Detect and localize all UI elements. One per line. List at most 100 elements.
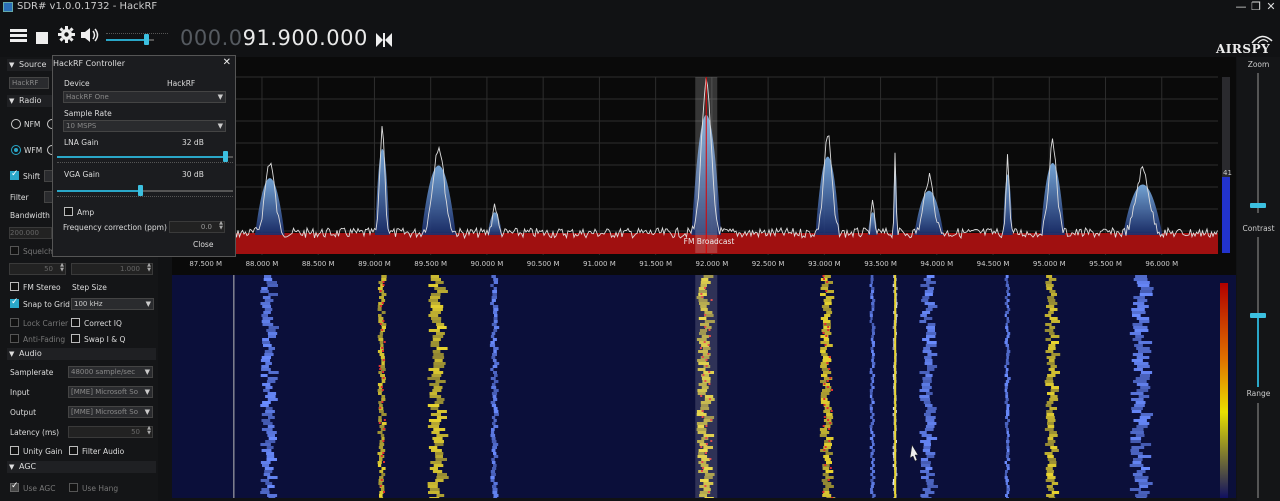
app-icon [3, 2, 13, 12]
frequency-correction-input[interactable]: 0.0 ▲ ▼ [169, 221, 225, 233]
waterfall-signal [428, 314, 439, 317]
waterfall-signal [377, 431, 383, 434]
waterfall-signal [926, 335, 936, 338]
waterfall-signal [823, 308, 832, 311]
output-device-select[interactable]: [MME] Microsoft So ▼ [68, 406, 153, 418]
nfm-radio[interactable] [11, 119, 21, 129]
device-label: Device [64, 79, 90, 88]
squelch-input[interactable]: 50 ▲ ▼ [9, 263, 66, 275]
use-agc-checkbox[interactable] [10, 481, 19, 492]
waterfall-signal [1049, 431, 1057, 434]
spectrum-waterfall-display[interactable]: FM Broadcast 87.500 M 88.000 M 88.500 M 89.… [172, 57, 1236, 498]
waterfall-signal [377, 461, 382, 464]
lna-gain-slider[interactable] [57, 150, 233, 164]
waterfall-hot-pixel [382, 440, 385, 442]
waterfall-signal [262, 464, 270, 467]
step-size-select[interactable]: 100 kHz ▼ [71, 298, 154, 310]
waterfall-signal [260, 479, 270, 482]
snap-to-grid-checkbox[interactable] [10, 297, 19, 308]
waterfall-signal [261, 320, 271, 323]
waterfall-signal [823, 488, 829, 491]
amp-checkbox[interactable] [64, 207, 73, 216]
waterfall-hot-pixel [382, 350, 384, 352]
stop-icon[interactable] [36, 28, 48, 49]
menu-icon[interactable] [10, 27, 27, 48]
range-slider[interactable] [1237, 403, 1280, 498]
dialog-close-button[interactable]: Close [193, 240, 213, 249]
use-hang-checkbox[interactable] [69, 483, 78, 492]
waterfall-signal [1048, 344, 1056, 347]
frequency-display[interactable]: 000.091.900.000 [180, 26, 368, 50]
correct-iq-checkbox[interactable] [71, 318, 80, 327]
waterfall-signal [491, 440, 497, 443]
zoom-slider[interactable] [1237, 73, 1280, 213]
waterfall-signal [927, 407, 937, 410]
waterfall-signal [494, 362, 500, 365]
waterfall-signal [920, 458, 929, 461]
waterfall-signal [1140, 443, 1152, 446]
waterfall-signal [870, 410, 873, 413]
waterfall-signal [1005, 392, 1009, 395]
waterfall-signal [491, 449, 496, 452]
waterfall-signal [1047, 437, 1054, 440]
waterfall-signal [380, 488, 385, 491]
lock-carrier-checkbox[interactable] [10, 318, 19, 327]
waterfall-signal [1051, 341, 1059, 344]
input-device-select[interactable]: [MME] Microsoft So ▼ [68, 386, 153, 398]
wfm-radio[interactable] [11, 145, 21, 155]
waterfall-signal [1045, 323, 1052, 326]
squelch-checkbox[interactable] [10, 246, 19, 255]
waterfall-signal [869, 311, 873, 314]
frequency-digits[interactable]: 91.900.000 [243, 26, 368, 50]
waterfall-signal [1133, 296, 1145, 299]
waterfall-signal [492, 491, 498, 494]
frequency-correction-value: 0.0 [200, 223, 212, 231]
waterfall-signal [379, 404, 383, 407]
shift-checkbox[interactable] [10, 169, 19, 180]
range-label: Range [1246, 389, 1271, 398]
swap-iq-checkbox[interactable] [71, 334, 80, 343]
waterfall-signal [1136, 497, 1147, 498]
waterfall-signal [432, 356, 445, 359]
waterfall-signal [1050, 365, 1057, 368]
waterfall-signal [820, 401, 830, 404]
waterfall-signal [430, 278, 441, 281]
frequency-leading-digits[interactable]: 000.0 [180, 26, 243, 50]
fm-stereo-checkbox[interactable] [10, 282, 19, 291]
bandwidth-input[interactable]: 200.000 [9, 227, 52, 239]
waterfall-signal [870, 422, 874, 425]
sample-rate-select[interactable]: 10 MSPS ▼ [63, 120, 226, 132]
waterfall-signal [1048, 302, 1058, 305]
right-control-bar: Zoom Contrast Range [1237, 57, 1280, 501]
waterfall-signal [378, 281, 383, 284]
cw-shift-input[interactable]: 1.000 ▲ ▼ [71, 263, 153, 275]
close-window-button[interactable]: ✕ [1262, 0, 1280, 13]
volume-slider[interactable] [106, 32, 168, 46]
gear-icon[interactable] [58, 26, 75, 48]
filter-audio-checkbox[interactable] [69, 446, 78, 455]
latency-input[interactable]: 50 ▲ ▼ [68, 426, 153, 438]
airspy-logo-arc [1250, 30, 1274, 49]
waterfall-signal [1137, 365, 1150, 368]
device-select[interactable]: HackRF One ▼ [63, 91, 226, 103]
unity-gain-checkbox[interactable] [10, 446, 19, 455]
waterfall-signal [493, 425, 499, 428]
waterfall-signal [1131, 308, 1145, 311]
waterfall-signal [433, 386, 443, 389]
waterfall-signal [1136, 347, 1150, 350]
swap-icon[interactable] [376, 31, 392, 52]
waterfall-signal [266, 431, 277, 434]
speaker-icon[interactable] [81, 27, 101, 48]
contrast-slider[interactable] [1237, 237, 1280, 387]
waterfall-hot-pixel [826, 386, 829, 388]
waterfall-hot-pixel [824, 323, 827, 325]
waterfall-signal [820, 380, 827, 383]
anti-fading-checkbox[interactable] [10, 334, 19, 343]
agc-section-header[interactable]: AGC [7, 461, 156, 473]
audio-section-header[interactable]: Audio [7, 348, 156, 360]
source-select[interactable]: HackRF [9, 77, 49, 89]
samplerate-select[interactable]: 48000 sample/sec ▼ [68, 366, 153, 378]
vga-gain-slider[interactable] [57, 184, 233, 198]
dialog-close-icon[interactable]: ✕ [223, 57, 231, 68]
waterfall-signal [1140, 413, 1153, 416]
